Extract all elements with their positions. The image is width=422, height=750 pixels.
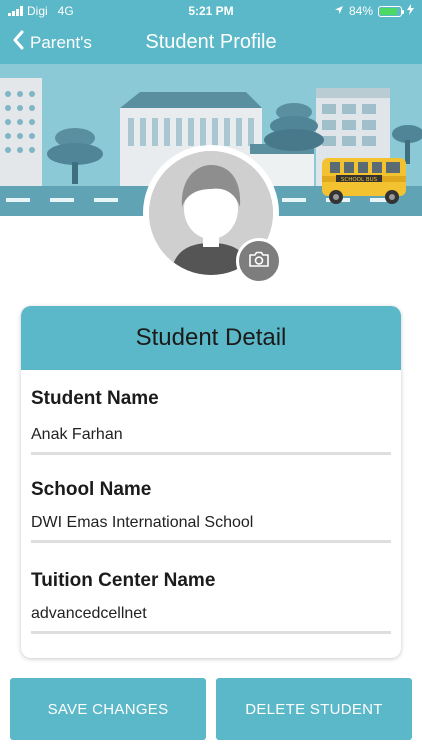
school-name-label: School Name <box>31 479 152 500</box>
student-name-label: Student Name <box>31 388 159 409</box>
status-right: 84% <box>334 4 414 18</box>
navigation-bar: Parent's Student Profile <box>0 22 422 64</box>
camera-icon <box>248 250 270 273</box>
change-photo-button[interactable] <box>236 238 282 284</box>
charging-bolt-icon <box>407 4 414 18</box>
battery-icon <box>378 5 404 17</box>
tuition-center-label: Tuition Center Name <box>31 570 216 591</box>
tuition-center-input[interactable]: advancedcellnet <box>31 605 391 634</box>
card-title: Student Detail <box>135 324 287 351</box>
student-name-field-group: Student Name Anak Farhan <box>31 388 391 455</box>
page-title: Student Profile <box>145 31 277 53</box>
student-name-input[interactable]: Anak Farhan <box>31 426 391 455</box>
student-detail-card: Student Detail Student Name Anak Farhan … <box>21 306 401 658</box>
bus-sign-text: SCHOOL BUS <box>341 177 378 183</box>
tuition-center-field-group: Tuition Center Name advancedcellnet <box>31 570 391 634</box>
status-bar: Digi 4G 5:21 PM 84% <box>0 0 422 22</box>
save-changes-button[interactable]: SAVE CHANGES <box>10 678 206 740</box>
battery-percent: 84% <box>348 4 373 18</box>
delete-student-button[interactable]: DELETE STUDENT <box>216 678 412 740</box>
school-name-input[interactable]: DWI Emas International School <box>31 514 391 543</box>
location-arrow-icon <box>334 4 344 18</box>
card-header: Student Detail <box>21 306 401 370</box>
school-name-field-group: School Name DWI Emas International Schoo… <box>31 479 391 543</box>
